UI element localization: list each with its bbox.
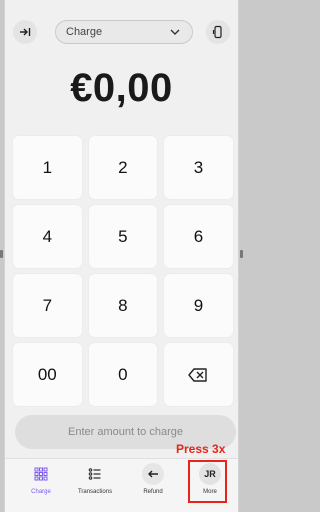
nav-transactions-label: Transactions — [77, 489, 113, 495]
top-bar: Charge — [5, 18, 238, 46]
key-00[interactable]: 00 — [13, 343, 82, 406]
chevron-down-icon — [170, 29, 180, 35]
nav-charge[interactable]: Charge — [15, 463, 67, 507]
nav-refund-label: Refund — [143, 489, 163, 495]
annotation-label: Press 3x — [176, 442, 226, 456]
amount-display: €0,00 — [70, 66, 173, 110]
nav-transactions[interactable]: Transactions — [69, 463, 121, 507]
key-0[interactable]: 0 — [88, 343, 158, 406]
arrow-left-icon — [142, 463, 164, 485]
key-4[interactable]: 4 — [13, 205, 82, 268]
backspace-icon — [188, 367, 208, 382]
card-reader-button[interactable] — [206, 20, 230, 44]
key-8[interactable]: 8 — [88, 274, 158, 337]
card-reader-icon — [212, 25, 222, 39]
edge-marker — [0, 250, 3, 258]
annotation-highlight-box — [188, 460, 227, 503]
mode-select-value: Charge — [66, 26, 103, 38]
edge-marker — [240, 250, 243, 258]
key-1[interactable]: 1 — [13, 136, 82, 199]
collapse-arrow-icon — [20, 28, 31, 36]
key-9[interactable]: 9 — [164, 274, 233, 337]
key-3[interactable]: 3 — [164, 136, 233, 199]
app-screen: Charge €0,00 1 2 3 4 5 6 7 8 9 00 0 Ente… — [4, 0, 239, 512]
key-5[interactable]: 5 — [88, 205, 158, 268]
key-6[interactable]: 6 — [164, 205, 233, 268]
grid-icon — [30, 463, 52, 485]
list-icon — [84, 463, 106, 485]
nav-charge-label: Charge — [31, 489, 51, 495]
mode-select[interactable]: Charge — [55, 20, 193, 44]
key-2[interactable]: 2 — [88, 136, 158, 199]
keypad: 1 2 3 4 5 6 7 8 9 00 0 — [13, 136, 233, 406]
collapse-button[interactable] — [13, 20, 37, 44]
key-7[interactable]: 7 — [13, 274, 82, 337]
nav-refund[interactable]: Refund — [127, 463, 179, 507]
backspace-key[interactable] — [164, 343, 233, 406]
